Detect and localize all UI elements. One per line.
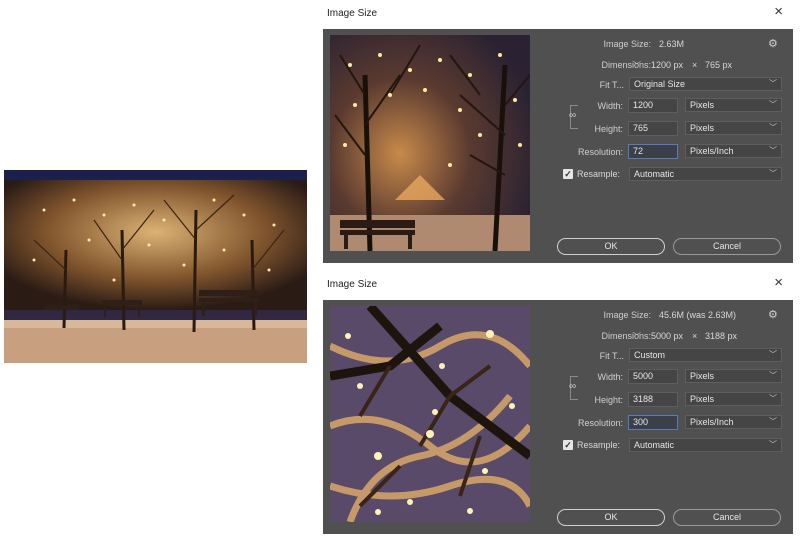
chevron-down-icon: ﹀ <box>769 146 777 155</box>
resolution-unit-select[interactable]: Pixels/Inch ﹀ <box>685 144 782 158</box>
image-size-value: 45.6M (was 2.63M) <box>659 310 737 320</box>
cancel-button[interactable]: Cancel <box>673 509 781 526</box>
resample-select[interactable]: Automatic ﹀ <box>629 167 782 181</box>
resample-label: Resample: <box>577 169 621 179</box>
dimensions-height: 765 px <box>705 60 733 70</box>
original-photo <box>4 170 307 363</box>
dimensions-x: × <box>692 60 698 70</box>
dialog-title: Image Size <box>327 279 378 290</box>
width-input[interactable]: 1200 <box>628 98 678 113</box>
height-input[interactable]: 3188 <box>628 392 678 407</box>
dimensions-height: 3188 px <box>705 331 738 341</box>
height-label: Height: <box>594 395 623 405</box>
resolution-label: Resolution: <box>577 418 623 428</box>
chevron-down-icon: ﹀ <box>769 79 777 88</box>
gear-icon[interactable]: ⚙ <box>768 308 778 321</box>
resolution-unit-value: Pixels/Inch <box>690 417 734 427</box>
dialog-body: Image Size: 45.6M (was 2.63M) ⚙ Dimensio… <box>323 300 793 534</box>
resample-checkbox[interactable]: ✓ <box>563 440 573 450</box>
cancel-button[interactable]: Cancel <box>673 238 781 255</box>
dialog-title-bar: Image Size × <box>323 271 793 300</box>
fit-to-select[interactable]: Original Size ﹀ <box>629 77 782 91</box>
chevron-down-icon: ﹀ <box>769 350 777 359</box>
chevron-down-icon[interactable]: ﹀ <box>633 331 641 342</box>
close-icon[interactable]: × <box>774 275 783 290</box>
resolution-input[interactable]: 300 <box>628 415 678 430</box>
link-icon[interactable]: ∞ <box>569 110 576 121</box>
dialog-body: Image Size: 2.63M ⚙ Dimensions: ﹀ 1200 p… <box>323 29 793 263</box>
chevron-down-icon: ﹀ <box>769 394 777 403</box>
width-unit-select[interactable]: Pixels ﹀ <box>685 98 782 112</box>
chevron-down-icon: ﹀ <box>769 417 777 426</box>
resolution-label: Resolution: <box>577 147 623 157</box>
fit-to-value: Custom <box>634 350 666 360</box>
width-unit-value: Pixels <box>690 371 715 381</box>
dimensions-x: × <box>692 331 698 341</box>
height-unit-select[interactable]: Pixels ﹀ <box>685 392 782 406</box>
dimensions-width: 5000 px <box>651 331 684 341</box>
image-size-label: Image Size: <box>603 310 651 320</box>
chevron-down-icon: ﹀ <box>769 123 777 132</box>
width-unit-value: Pixels <box>690 100 715 110</box>
resample-checkbox[interactable]: ✓ <box>563 169 573 179</box>
height-unit-select[interactable]: Pixels ﹀ <box>685 121 782 135</box>
chevron-down-icon[interactable]: ﹀ <box>633 60 641 71</box>
chevron-down-icon: ﹀ <box>769 100 777 109</box>
ok-button[interactable]: OK <box>557 509 665 526</box>
chevron-down-icon: ﹀ <box>769 169 777 178</box>
dimensions-width: 1200 px <box>651 60 684 70</box>
image-preview[interactable] <box>330 306 530 522</box>
resample-value: Automatic <box>634 169 675 179</box>
fit-to-label: Fit T... <box>599 80 624 90</box>
height-unit-value: Pixels <box>690 394 715 404</box>
width-label: Width: <box>597 101 623 111</box>
resample-label: Resample: <box>577 440 621 450</box>
link-icon[interactable]: ∞ <box>569 381 576 392</box>
width-label: Width: <box>597 372 623 382</box>
dialog-title-bar: Image Size × <box>323 0 793 29</box>
image-size-label: Image Size: <box>603 39 651 49</box>
resolution-unit-value: Pixels/Inch <box>690 146 734 156</box>
dialog-title: Image Size <box>327 8 378 19</box>
fit-to-label: Fit T... <box>599 351 624 361</box>
width-input[interactable]: 5000 <box>628 369 678 384</box>
fit-to-select[interactable]: Custom ﹀ <box>629 348 782 362</box>
resample-value: Automatic <box>634 440 675 450</box>
chevron-down-icon: ﹀ <box>769 371 777 380</box>
height-input[interactable]: 765 <box>628 121 678 136</box>
image-size-value: 2.63M <box>659 39 685 49</box>
gear-icon[interactable]: ⚙ <box>768 37 778 50</box>
resolution-input[interactable]: 72 <box>628 144 678 159</box>
close-icon[interactable]: × <box>774 4 783 19</box>
image-preview[interactable] <box>330 35 530 251</box>
height-label: Height: <box>594 124 623 134</box>
image-size-dialog: Image Size × <box>323 271 793 534</box>
height-unit-value: Pixels <box>690 123 715 133</box>
resolution-unit-select[interactable]: Pixels/Inch ﹀ <box>685 415 782 429</box>
ok-button[interactable]: OK <box>557 238 665 255</box>
fit-to-value: Original Size <box>634 79 686 89</box>
image-size-dialog: Image Size × <box>323 0 793 263</box>
resample-select[interactable]: Automatic ﹀ <box>629 438 782 452</box>
width-unit-select[interactable]: Pixels ﹀ <box>685 369 782 383</box>
chevron-down-icon: ﹀ <box>769 440 777 449</box>
